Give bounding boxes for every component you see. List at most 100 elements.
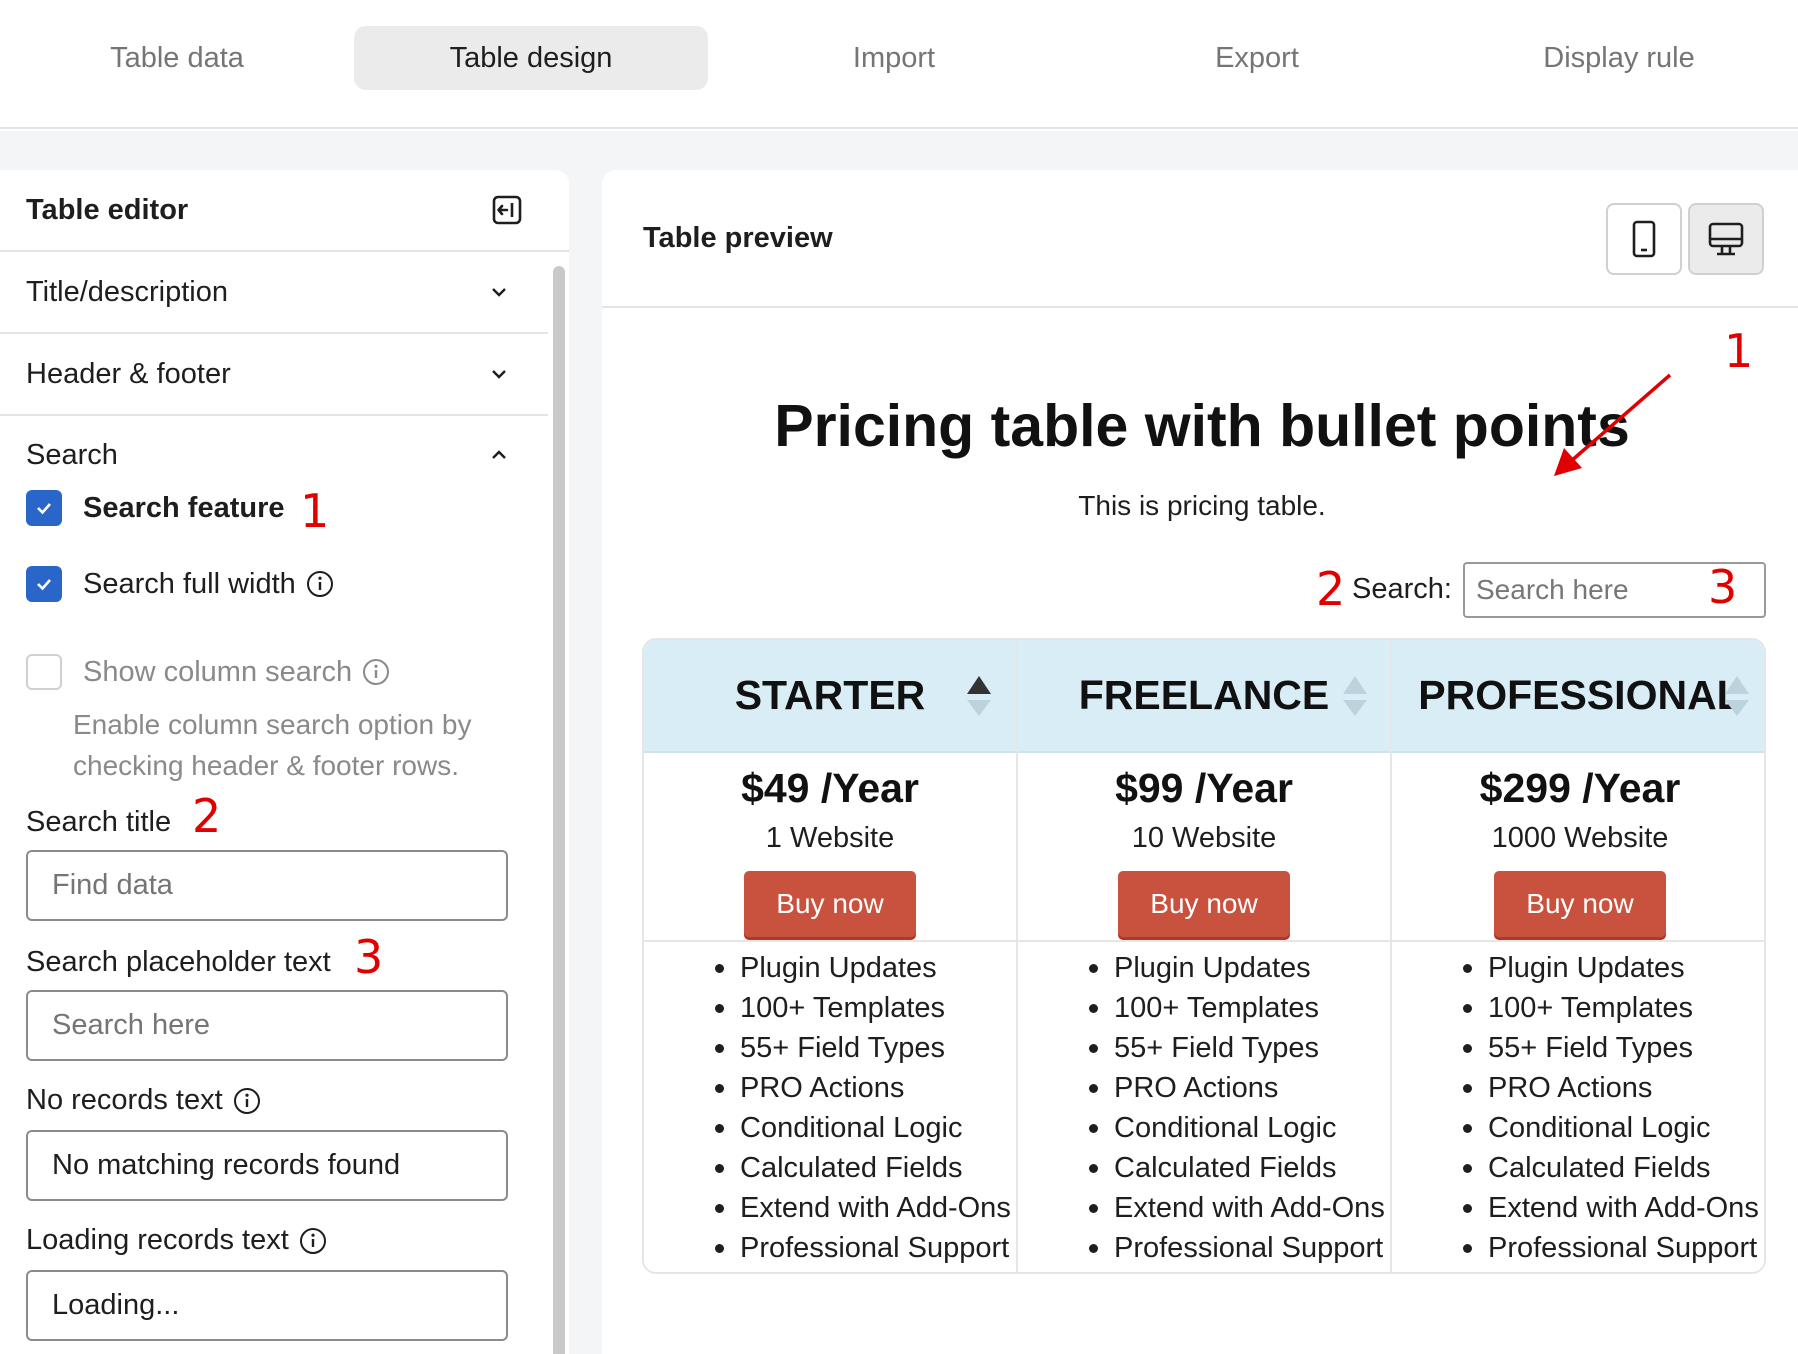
section-label: Title/description: [26, 275, 229, 308]
buy-now-button[interactable]: Buy now: [1118, 871, 1290, 937]
list-item: PRO Actions: [1089, 1068, 1385, 1108]
list-item: Conditional Logic: [715, 1108, 1011, 1148]
buy-now-button[interactable]: Buy now: [1494, 871, 1666, 937]
table-preview-panel: Table preview Pricing table with bullet …: [602, 170, 1798, 1354]
table-preview-title: Table preview: [643, 222, 833, 254]
search-title-label-text: Search title: [26, 806, 172, 838]
chevron-down-icon: [492, 288, 506, 297]
feature-list: Plugin Updates 100+ Templates 55+ Field …: [715, 948, 1011, 1268]
plan-websites: 10 Website: [1131, 822, 1277, 854]
loading-records-input[interactable]: [26, 1270, 508, 1341]
list-item: Plugin Updates: [1089, 948, 1385, 988]
list-item: Conditional Logic: [1089, 1108, 1385, 1148]
chevron-down-icon: [492, 370, 506, 379]
desktop-icon: [1708, 222, 1744, 256]
feature-list: Plugin Updates 100+ Templates 55+ Field …: [1463, 948, 1759, 1268]
list-item: Extend with Add-Ons: [715, 1188, 1011, 1228]
no-records-label: No records text: [26, 1084, 261, 1117]
plan-header[interactable]: PROFESSIONAL: [1392, 640, 1764, 753]
section-header-footer[interactable]: Header & footer: [0, 334, 548, 416]
plan-price: $49 /Year: [741, 765, 919, 811]
table-preview-header: Table preview: [602, 170, 1798, 308]
column-search-help-text: Enable column search option by checking …: [73, 709, 472, 781]
search-placeholder-label: Search placeholder text: [26, 946, 331, 979]
section-label: Header & footer: [26, 357, 231, 390]
list-item: Calculated Fields: [1089, 1148, 1385, 1188]
collapse-panel-icon[interactable]: [491, 194, 523, 226]
plan-header[interactable]: FREELANCE: [1018, 640, 1390, 753]
list-item: Conditional Logic: [1463, 1108, 1759, 1148]
section-title-description[interactable]: Title/description: [0, 252, 548, 334]
tab-display-rule[interactable]: Display rule: [1442, 26, 1796, 90]
search-placeholder-label-text: Search placeholder text: [26, 946, 331, 978]
search-full-width-row: Search full width: [26, 566, 334, 602]
search-title-input[interactable]: [26, 850, 508, 921]
plan-websites: 1 Website: [765, 822, 895, 854]
no-records-label-text: No records text: [26, 1084, 223, 1116]
plan-price: $299 /Year: [1479, 765, 1681, 811]
show-column-search-checkbox[interactable]: [26, 654, 62, 690]
plan-column-professional: PROFESSIONAL $299 /Year 1000 Website Buy…: [1392, 640, 1764, 1272]
list-item: 55+ Field Types: [1089, 1028, 1385, 1068]
search-title-label: Search title: [26, 806, 171, 839]
list-item: 100+ Templates: [1089, 988, 1385, 1028]
list-item: Professional Support: [1089, 1228, 1385, 1268]
search-feature-row: Search feature: [26, 490, 285, 526]
list-item: Calculated Fields: [1463, 1148, 1759, 1188]
list-item: Professional Support: [715, 1228, 1011, 1268]
list-item: Extend with Add-Ons: [1089, 1188, 1385, 1228]
sort-icon[interactable]: [1722, 672, 1752, 720]
section-label: Search: [26, 438, 118, 471]
no-records-input[interactable]: [26, 1130, 508, 1201]
show-column-search-row: Show column search: [26, 654, 390, 690]
loading-records-label: Loading records text: [26, 1224, 327, 1257]
show-column-search-label[interactable]: Show column search: [83, 656, 352, 689]
tab-table-design[interactable]: Table design: [354, 26, 708, 90]
tab-export[interactable]: Export: [1080, 26, 1434, 90]
plan-name: FREELANCE: [1078, 672, 1330, 718]
search-feature-label[interactable]: Search feature: [83, 492, 285, 525]
buy-now-button[interactable]: Buy now: [744, 871, 916, 937]
list-item: Calculated Fields: [715, 1148, 1011, 1188]
info-icon[interactable]: [233, 1087, 261, 1115]
plan-column-starter: STARTER $49 /Year 1 Website Buy now Plug…: [644, 640, 1018, 1272]
info-icon[interactable]: [306, 570, 334, 598]
search-placeholder-input[interactable]: [26, 990, 508, 1061]
checkmark-icon: [37, 503, 51, 515]
plan-header[interactable]: STARTER: [644, 640, 1016, 753]
search-full-width-checkbox[interactable]: [26, 566, 62, 602]
plan-websites: 1000 Website: [1491, 822, 1669, 854]
annotation-number-2: 2: [192, 789, 222, 843]
table-editor-panel: Table editor Title/description Header & …: [0, 170, 569, 1354]
sort-ascending-icon[interactable]: [964, 672, 994, 720]
chevron-up-icon: [492, 450, 506, 459]
search-full-width-label[interactable]: Search full width: [83, 568, 296, 601]
list-item: Extend with Add-Ons: [1463, 1188, 1759, 1228]
table-editor-header: Table editor: [0, 170, 569, 252]
tab-table-data[interactable]: Table data: [0, 26, 354, 90]
search-feature-checkbox[interactable]: [26, 490, 62, 526]
table-editor-title: Table editor: [26, 193, 189, 226]
mobile-view-button[interactable]: [1606, 203, 1682, 275]
panel-scrollbar[interactable]: [553, 266, 565, 1354]
list-item: 100+ Templates: [1463, 988, 1759, 1028]
plan-column-freelance: FREELANCE $99 /Year 10 Website Buy now P…: [1018, 640, 1392, 1272]
sort-icon[interactable]: [1340, 672, 1370, 720]
checkmark-icon: [37, 579, 51, 591]
list-item: 55+ Field Types: [1463, 1028, 1759, 1068]
preview-search-label: Search:: [1352, 573, 1452, 605]
desktop-view-button[interactable]: [1688, 203, 1764, 275]
mobile-icon: [1632, 220, 1656, 258]
plan-name: STARTER: [734, 672, 926, 718]
annotation-number-1: 1: [1724, 324, 1754, 378]
divider: [1018, 940, 1392, 942]
tab-import[interactable]: Import: [717, 26, 1071, 90]
feature-list: Plugin Updates 100+ Templates 55+ Field …: [1089, 948, 1385, 1268]
info-icon[interactable]: [362, 658, 390, 686]
list-item: Plugin Updates: [1463, 948, 1759, 988]
annotation-number-3: 3: [1708, 560, 1738, 614]
pricing-table: STARTER $49 /Year 1 Website Buy now Plug…: [642, 638, 1766, 1274]
section-search[interactable]: Search: [0, 416, 548, 494]
info-icon[interactable]: [299, 1227, 327, 1255]
annotation-number-3: 3: [354, 930, 384, 984]
